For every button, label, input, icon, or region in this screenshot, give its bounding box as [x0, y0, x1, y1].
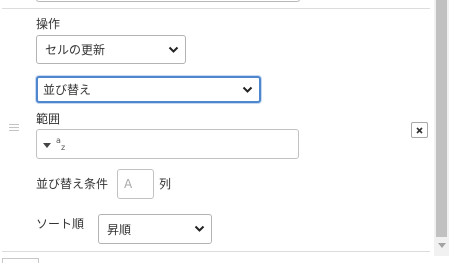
chevron-down-icon [242, 86, 253, 93]
range-input[interactable]: a z [36, 129, 299, 159]
sort-condition-label: 並び替え条件 [36, 177, 109, 191]
sort-order-label: ソート順 [36, 217, 85, 231]
vertical-scrollbar[interactable] [434, 0, 449, 256]
sort-type-select-value: 並び替え [43, 83, 92, 97]
sort-order-select-value: 昇順 [107, 222, 132, 237]
scroll-down-arrow-icon[interactable] [438, 243, 446, 248]
drag-handle-icon[interactable] [9, 124, 19, 132]
operation-select-value: セルの更新 [45, 43, 106, 57]
sort-column-input[interactable]: A [117, 169, 154, 199]
previous-field-bottom-edge [36, 0, 300, 2]
sort-order-select[interactable]: 昇順 [98, 214, 212, 244]
section-divider [2, 251, 430, 252]
bottom-tab-edge [2, 258, 39, 263]
dropdown-caret-icon[interactable] [43, 143, 51, 148]
chevron-down-icon [168, 46, 179, 53]
scrollbar-thumb[interactable] [436, 0, 447, 237]
chevron-down-icon [194, 225, 205, 232]
operation-label: 操作 [36, 17, 61, 31]
operation-select[interactable]: セルの更新 [36, 35, 186, 64]
sort-az-icon[interactable]: a z [54, 137, 68, 153]
step-editor-panel: 操作 セルの更新 並び替え 範囲 a z 並び替え条件 A 列 ソート順 昇順 [0, 0, 454, 263]
close-icon [416, 126, 423, 134]
sort-type-select[interactable]: 並び替え [36, 76, 261, 103]
remove-step-button[interactable] [411, 122, 428, 138]
range-label: 範囲 [36, 112, 61, 126]
section-divider [2, 8, 430, 9]
column-suffix-label: 列 [159, 177, 172, 191]
